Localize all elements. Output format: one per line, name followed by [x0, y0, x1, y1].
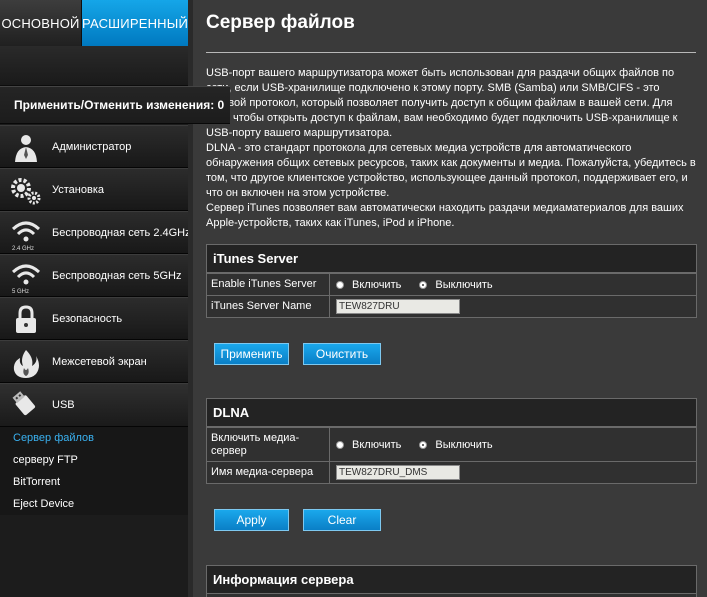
tab-basic[interactable]: ОСНОВНОЙ [0, 0, 82, 46]
itunes-name-input[interactable] [336, 299, 460, 314]
page-title: Сервер файлов [206, 12, 355, 33]
radio-dot [336, 440, 344, 449]
sidebar: ОСНОВНОЙ РАСШИРЕННЫЙ Применить/Отменить … [0, 0, 230, 597]
band-label: 2.4 GHz [12, 246, 35, 252]
dlna-name-label: Имя медиа-сервера [207, 462, 330, 483]
main-content: Сервер файлов USB-порт вашего маршрутиза… [188, 0, 707, 597]
sidebar-item-label: Администратор [52, 140, 132, 153]
itunes-enable-off-radio[interactable]: Выключить [419, 278, 493, 291]
itunes-name-label: iTunes Server Name [207, 296, 330, 317]
itunes-enable-row: Enable iTunes Server Включить Выключить [207, 273, 696, 295]
itunes-panel: iTunes Server Enable iTunes Server Включ… [206, 244, 697, 318]
radio-label: Выключить [435, 278, 493, 291]
description-itunes: Сервер iTunes позволяет вам автоматическ… [206, 202, 684, 229]
gears-icon [10, 176, 42, 206]
title-divider [206, 52, 696, 53]
submenu-file-server[interactable]: Сервер файлов [0, 427, 188, 449]
radio-label: Включить [352, 278, 402, 291]
sidebar-item-usb[interactable]: USB [0, 383, 198, 427]
dlna-enable-off-radio[interactable]: Выключить [419, 438, 493, 451]
itunes-panel-title: iTunes Server [207, 245, 696, 273]
band-label: 5 GHz [12, 289, 30, 295]
dlna-panel-title: DLNA [207, 399, 696, 427]
description-dlna: DLNA - это стандарт протокола для сетевы… [206, 142, 696, 199]
sidebar-item-firewall[interactable]: Межсетевой экран [0, 340, 188, 383]
dlna-panel: DLNA Включить медиа-сервер Включить Выкл… [206, 398, 697, 484]
server-info-panel-title: Информация сервера [207, 566, 696, 594]
dlna-name-input[interactable] [336, 465, 460, 480]
radio-label: Включить [352, 438, 402, 451]
submenu-bittorrent[interactable]: BitTorrent [0, 471, 188, 493]
dlna-enable-label: Включить медиа-сервер [207, 428, 330, 461]
dlna-enable-row: Включить медиа-сервер Включить Выключить [207, 427, 696, 461]
sidebar-menu: Администратор Установка 2.4 GHz Беспрово… [0, 125, 198, 515]
submenu-ftp-server[interactable]: серверу FTP [0, 449, 188, 471]
sidebar-item-label: USB [52, 399, 75, 411]
sidebar-item-setup[interactable]: Установка [0, 168, 188, 211]
sidebar-item-label: Установка [52, 183, 104, 196]
sidebar-item-admin[interactable]: Администратор [0, 125, 188, 168]
wifi-icon: 2.4 GHz [10, 219, 42, 252]
sidebar-item-label: Межсетевой экран [52, 355, 147, 368]
radio-dot [336, 280, 344, 289]
radio-dot-selected [419, 280, 428, 289]
fire-icon [10, 348, 42, 378]
description-smb: USB-порт вашего маршрутизатора может быт… [206, 67, 678, 139]
dlna-name-row: Имя медиа-сервера [207, 461, 696, 483]
dlna-apply-button[interactable]: Apply [214, 509, 289, 531]
server-info-panel: Информация сервера [206, 565, 697, 597]
mode-tabs: ОСНОВНОЙ РАСШИРЕННЫЙ [0, 0, 188, 46]
itunes-enable-label: Enable iTunes Server [207, 274, 330, 295]
itunes-apply-button[interactable]: Применить [214, 343, 289, 365]
tab-advanced[interactable]: РАСШИРЕННЫЙ [82, 0, 188, 46]
submenu-eject-device[interactable]: Eject Device [0, 493, 188, 515]
radio-label: Выключить [435, 438, 493, 451]
itunes-clear-button[interactable]: Очистить [303, 343, 381, 365]
dlna-enable-on-radio[interactable]: Включить [336, 439, 401, 451]
apply-changes-link[interactable]: Применить/Отменить изменения: 0 [0, 86, 230, 124]
sidebar-item-wireless-5g[interactable]: 5 GHz Беспроводная сеть 5GHz [0, 254, 188, 297]
wifi-icon: 5 GHz [10, 262, 42, 295]
itunes-enable-on-radio[interactable]: Включить [336, 279, 401, 291]
sidebar-item-wireless-2g[interactable]: 2.4 GHz Беспроводная сеть 2.4GHz [0, 211, 191, 254]
itunes-name-row: iTunes Server Name [207, 295, 696, 317]
lock-icon [10, 305, 42, 335]
admin-icon [10, 133, 42, 163]
usb-icon [10, 391, 42, 421]
sidebar-item-security[interactable]: Безопасность [0, 297, 188, 340]
page-description: USB-порт вашего маршрутизатора может быт… [206, 66, 696, 231]
radio-dot-selected [419, 440, 428, 449]
sidebar-item-label: Безопасность [52, 312, 123, 325]
sidebar-item-label: Беспроводная сеть 2.4GHz [52, 226, 191, 239]
sidebar-spacer [0, 46, 188, 86]
sidebar-item-label: Беспроводная сеть 5GHz [52, 269, 182, 282]
dlna-clear-button[interactable]: Clear [303, 509, 381, 531]
usb-submenu: Сервер файлов серверу FTP BitTorrent Eje… [0, 427, 188, 515]
